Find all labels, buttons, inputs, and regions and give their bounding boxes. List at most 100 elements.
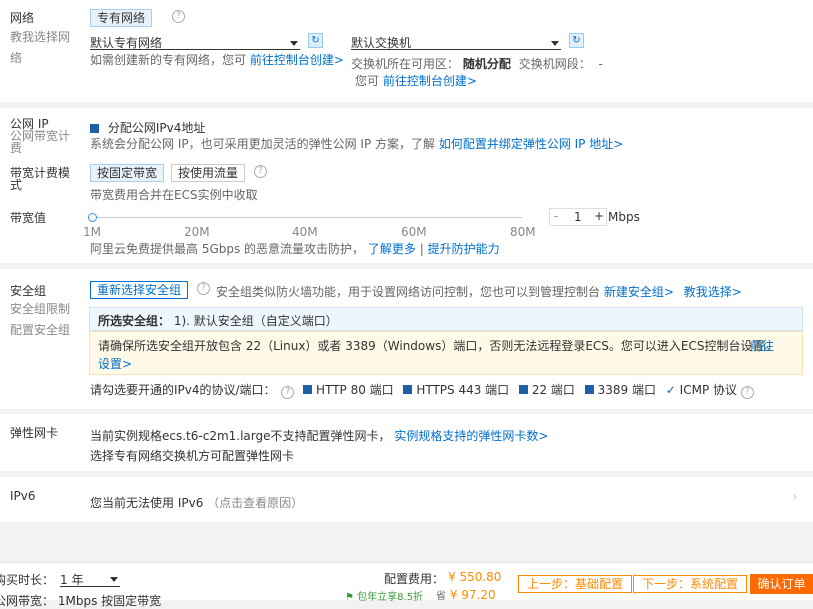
bandwidth-unit: Mbps: [608, 210, 640, 224]
config-fee-label: 配置费用：: [384, 572, 445, 586]
help-icon[interactable]: ?: [172, 10, 185, 23]
eni-desc-2: 选择专有网络交换机方可配置弹性网卡: [90, 449, 295, 463]
ports-label: 请勾选要开通的IPv4的协议/端口：: [90, 383, 276, 397]
prev-step-button[interactable]: 上一步：基础配置: [518, 575, 633, 593]
ports-row: 请勾选要开通的IPv4的协议/端口： ? HTTP 80 端口 HTTPS 44…: [90, 381, 754, 399]
vpc-select-value: 默认专有网络: [90, 36, 163, 50]
bandwidth-value[interactable]: 1: [574, 210, 582, 224]
ipv6-panel[interactable]: IPv6 您当前无法使用 IPv6 （点击查看原因） ›: [0, 477, 813, 522]
port-22[interactable]: 22 端口: [532, 383, 575, 397]
billing-fixed-button[interactable]: 按固定带宽: [90, 164, 165, 182]
help-icon[interactable]: ?: [254, 165, 267, 178]
vswitch-hint: 您可 前往控制台创建>: [355, 74, 477, 88]
ipv6-reason-hint[interactable]: （点击查看原因）: [207, 496, 303, 510]
public-ip-sublabel-cont[interactable]: 费: [10, 139, 22, 156]
security-group-label: 安全组: [10, 284, 47, 298]
refresh-icon[interactable]: ↻: [569, 33, 584, 48]
help-icon[interactable]: ?: [197, 282, 210, 295]
public-ip-desc: 系统会分配公网 IP，也可采用更加灵活的弹性公网 IP 方案，了解 如何配置并绑…: [90, 137, 624, 151]
port-warning-box: 请确保所选安全组开放包含 22（Linux）或者 3389（Windows）端口…: [89, 331, 803, 375]
chevron-down-icon: [110, 577, 118, 582]
selected-label: 所选安全组：: [98, 314, 171, 328]
plus-button[interactable]: +: [594, 209, 604, 223]
refresh-icon[interactable]: ↻: [308, 33, 323, 48]
zone-value: 随机分配: [462, 57, 511, 71]
eni-count-link[interactable]: 实例规格支持的弹性网卡数>: [394, 429, 548, 443]
bandwidth-label: 带宽值: [10, 211, 47, 225]
chevron-right-icon[interactable]: ›: [792, 489, 798, 505]
port-warning-text: 请确保所选安全组开放包含 22（Linux）或者 3389（Windows）端口…: [98, 339, 777, 353]
bandwidth-stepper[interactable]: - 1 +: [549, 208, 607, 226]
checkbox-checked-icon[interactable]: [303, 385, 313, 394]
save-icon: 省: [436, 591, 446, 602]
footer-bandwidth: 公网带宽： 1Mbps 按固定带宽: [0, 594, 162, 608]
create-vswitch-link[interactable]: 前往控制台创建>: [383, 74, 477, 88]
network-label: 网络: [10, 11, 35, 25]
vpc-hint: 如需创建新的专有网络，您可 前往控制台创建>: [90, 53, 344, 67]
assign-ipv4-checkbox-row[interactable]: 分配公网IPv4地址: [90, 119, 205, 136]
checkbox-checked-icon[interactable]: [584, 385, 594, 394]
learn-more-link[interactable]: 了解更多: [368, 242, 416, 256]
selected-value: 1). 默认安全组（自定义端口）: [173, 314, 338, 328]
segment-value: -: [598, 57, 603, 71]
vswitch-select[interactable]: 默认交换机: [351, 34, 561, 50]
duration-label: 购买时长：: [0, 573, 55, 587]
billing-traffic-button[interactable]: 按使用流量: [171, 164, 246, 182]
improve-protection-link[interactable]: 提升防护能力: [428, 242, 500, 256]
zone-info: 交换机所在可用区： 随机分配 交换机网段： -: [351, 57, 603, 71]
next-step-button[interactable]: 下一步：系统配置: [633, 575, 748, 593]
vpc-type-tab[interactable]: 专有网络: [90, 9, 153, 27]
duration-select[interactable]: 1 年: [60, 571, 120, 587]
network-help-link[interactable]: 教我选择网: [10, 28, 70, 45]
bandwidth-slider-handle[interactable]: [88, 213, 97, 222]
create-vpc-link[interactable]: 前往控制台创建>: [250, 53, 344, 67]
discount-icon: ⚑: [345, 592, 354, 603]
selected-security-group-box: 所选安全组： 1). 默认安全组（自定义端口）: [89, 307, 803, 331]
minus-button[interactable]: -: [554, 209, 558, 223]
duration-value: 1 年: [60, 573, 84, 587]
teach-select-link[interactable]: 教我选择>: [684, 285, 742, 299]
reselect-security-group-button[interactable]: 重新选择安全组: [90, 281, 189, 299]
network-panel: 网络 教我选择网 络 专有网络 ? 默认专有网络 ↻ 默认交换机 ↻ 如需创建新…: [0, 0, 813, 102]
bandwidth-slider-track[interactable]: [92, 217, 522, 218]
checkbox-checked-icon[interactable]: [90, 124, 99, 133]
bandwidth-tick: 20M: [184, 225, 210, 239]
public-ip-panel: 公网 IP 公网带宽计 费 分配公网IPv4地址 系统会分配公网 IP，也可采用…: [0, 108, 813, 263]
security-group-panel: 安全组 安全组限制 配置安全组 重新选择安全组 ? 安全组类似防火墙功能，用于设…: [0, 269, 813, 409]
eni-desc: 当前实例规格ecs.t6-c2m1.large不支持配置弹性网卡， 实例规格支持…: [90, 429, 549, 443]
help-icon[interactable]: ?: [740, 386, 754, 399]
port-https[interactable]: HTTPS 443 端口: [416, 383, 509, 397]
bandwidth-tick: 80M: [510, 225, 536, 239]
discount-amount: 省 ¥ 97.20: [436, 588, 496, 602]
security-group-config-link[interactable]: 配置安全组: [10, 321, 70, 338]
check-icon[interactable]: ✓: [666, 383, 676, 397]
chevron-down-icon: [290, 41, 298, 46]
help-icon[interactable]: ?: [281, 386, 295, 399]
bandwidth-tick: 40M: [292, 225, 318, 239]
security-group-sublabel[interactable]: 安全组限制: [10, 300, 70, 317]
network-help-link-cont[interactable]: 络: [10, 49, 22, 66]
vpc-select[interactable]: 默认专有网络: [90, 34, 300, 50]
port-http[interactable]: HTTP 80 端口: [316, 383, 394, 397]
ipv6-label: IPv6: [10, 489, 36, 503]
bandwidth-tick: 1M: [83, 225, 101, 239]
checkbox-checked-icon[interactable]: [519, 385, 529, 394]
security-group-desc: 安全组类似防火墙功能，用于设置网络访问控制，您也可以到管理控制台 新建安全组> …: [216, 285, 742, 299]
checkbox-checked-icon[interactable]: [403, 385, 413, 394]
ddos-note: 阿里云免费提供最高 5Gbps 的恶意流量攻击防护， 了解更多 | 提升防护能力: [90, 242, 500, 256]
goto-settings-link-cont[interactable]: 设置>: [98, 355, 132, 372]
bandwidth-tick: 60M: [401, 225, 427, 239]
new-security-group-link[interactable]: 新建安全组>: [604, 285, 674, 299]
confirm-order-button[interactable]: 确认订单: [750, 574, 813, 594]
vswitch-select-value: 默认交换机: [351, 36, 412, 50]
goto-settings-link[interactable]: 前往: [750, 337, 774, 354]
footer-bar: 购买时长： 1 年 公网带宽： 1Mbps 按固定带宽 配置费用： ¥ 550.…: [0, 562, 813, 608]
port-3389[interactable]: 3389 端口: [598, 383, 656, 397]
eip-config-link[interactable]: 如何配置并绑定弹性公网 IP 地址>: [439, 137, 623, 151]
ipv6-desc: 您当前无法使用 IPv6 （点击查看原因）: [90, 496, 304, 510]
icmp-protocol[interactable]: ICMP 协议: [680, 383, 737, 397]
billing-label-cont: 式: [10, 178, 23, 192]
eni-label: 弹性网卡: [10, 426, 59, 440]
discount-label: ⚑ 包年立享8.5折: [345, 592, 424, 603]
billing-desc: 带宽费用合并在ECS实例中收取: [90, 188, 258, 202]
